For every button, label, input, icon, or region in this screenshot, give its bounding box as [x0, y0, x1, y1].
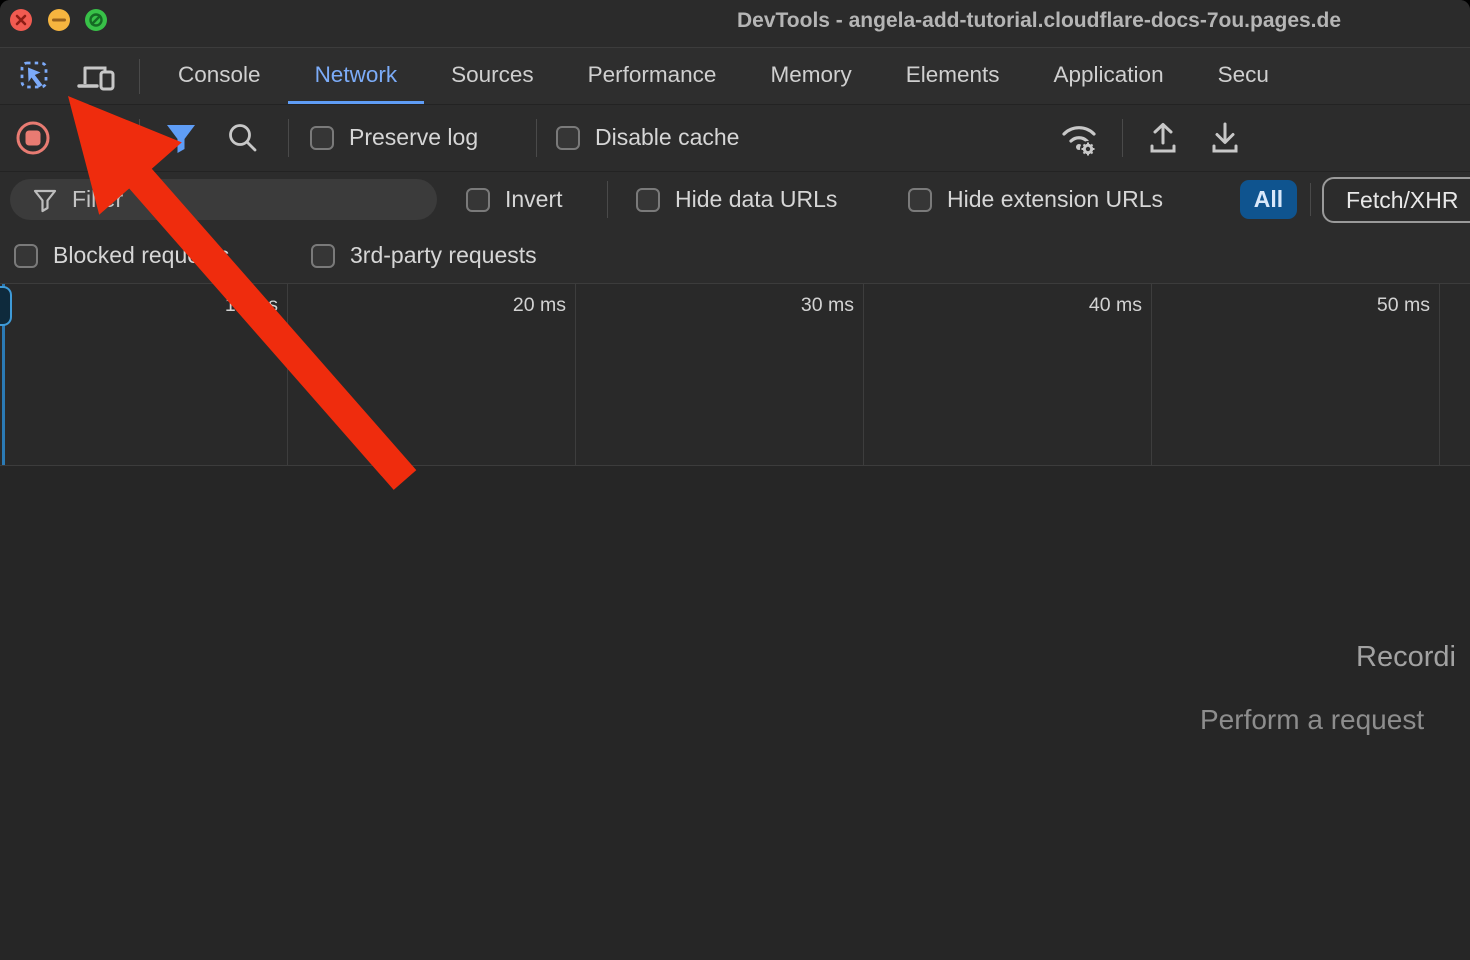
record-stop-icon: [14, 119, 52, 157]
filter-funnel-small-icon: [32, 187, 58, 213]
tab-memory[interactable]: Memory: [743, 48, 878, 104]
checkbox-box: [908, 188, 932, 212]
network-conditions-button[interactable]: [1056, 116, 1102, 160]
record-stop-button[interactable]: [14, 119, 52, 157]
third-party-requests-label: 3rd-party requests: [350, 242, 537, 269]
disable-cache-label: Disable cache: [595, 124, 739, 151]
filter-placeholder: Filter: [72, 186, 123, 213]
device-toolbar-button[interactable]: [76, 59, 118, 95]
tab-security[interactable]: Secu: [1191, 48, 1296, 104]
network-requests-panel: Recordi Perform a request: [0, 466, 1470, 960]
clear-network-log-button[interactable]: [79, 122, 113, 156]
tab-sources[interactable]: Sources: [424, 48, 561, 104]
filter-funnel-icon: [164, 121, 198, 155]
titlebar: DevTools - angela-add-tutorial.cloudflar…: [0, 0, 1470, 48]
tab-application[interactable]: Application: [1027, 48, 1191, 104]
preserve-log-checkbox[interactable]: Preserve log: [310, 124, 478, 151]
devtools-tabbar: Console Network Sources Performance Memo…: [0, 48, 1470, 105]
download-icon: [1207, 119, 1243, 157]
minimize-icon: [48, 9, 70, 31]
network-overview-timeline[interactable]: 10 ms 20 ms 30 ms 40 ms 50 ms: [0, 283, 1470, 467]
checkbox-box: [466, 188, 490, 212]
filter-input[interactable]: Filter: [10, 179, 437, 220]
zoom-button[interactable]: [85, 9, 107, 31]
empty-state-recording-text: Recordi: [1356, 641, 1456, 674]
preserve-log-label: Preserve log: [349, 124, 478, 151]
checkbox-box: [310, 126, 334, 150]
filter-toggle-button[interactable]: [162, 120, 200, 156]
inspect-cursor-icon: [18, 59, 52, 93]
filterbar-separator: [607, 181, 608, 218]
wifi-gear-icon: [1057, 116, 1101, 160]
minimize-button[interactable]: [48, 9, 70, 31]
toolbar-separator: [1122, 119, 1123, 157]
filter-bar: Filter Invert Hide data URLs Hide extens…: [0, 172, 1470, 225]
toolbar-separator: [139, 119, 140, 157]
request-type-chip-fetch-xhr[interactable]: Fetch/XHR: [1322, 177, 1470, 223]
checkbox-box: [636, 188, 660, 212]
tabbar-separator: [139, 59, 140, 94]
overview-drag-handle[interactable]: [0, 286, 12, 326]
hide-data-urls-label: Hide data URLs: [675, 186, 837, 213]
hide-extension-urls-checkbox[interactable]: Hide extension URLs: [908, 186, 1163, 213]
tab-elements[interactable]: Elements: [879, 48, 1027, 104]
hide-extension-urls-label: Hide extension URLs: [947, 186, 1163, 213]
tab-performance[interactable]: Performance: [561, 48, 744, 104]
chip-separator: [1310, 183, 1311, 216]
empty-state-hint-text: Perform a request: [1200, 704, 1424, 736]
export-har-button[interactable]: [1206, 118, 1244, 158]
toolbar-separator: [536, 119, 537, 157]
checkbox-box: [14, 244, 38, 268]
upload-icon: [1145, 119, 1181, 157]
close-icon: [10, 9, 32, 31]
timeline-tick: 30 ms: [576, 284, 864, 465]
timeline-tick: 10 ms: [0, 284, 288, 465]
toolbar-separator: [288, 119, 289, 157]
window-title: DevTools - angela-add-tutorial.cloudflar…: [737, 9, 1341, 33]
zoom-disabled-icon: [85, 9, 107, 31]
filter-bar-row2: Blocked requests 3rd-party requests: [0, 225, 1470, 283]
search-icon: [225, 120, 261, 156]
timeline-tick: 40 ms: [864, 284, 1152, 465]
invert-label: Invert: [505, 186, 563, 213]
close-button[interactable]: [10, 9, 32, 31]
hide-data-urls-checkbox[interactable]: Hide data URLs: [636, 186, 837, 213]
tab-network[interactable]: Network: [288, 48, 425, 104]
tab-console[interactable]: Console: [151, 48, 288, 104]
timeline-tick: 20 ms: [288, 284, 576, 465]
invert-checkbox[interactable]: Invert: [466, 186, 563, 213]
third-party-requests-checkbox[interactable]: 3rd-party requests: [311, 242, 537, 269]
devtools-window: DevTools - angela-add-tutorial.cloudflar…: [0, 0, 1470, 960]
timeline-tick: 50 ms: [1152, 284, 1440, 465]
checkbox-box: [556, 126, 580, 150]
inspect-element-button[interactable]: [16, 57, 54, 95]
blocked-requests-checkbox[interactable]: Blocked requests: [14, 242, 229, 269]
tab-strip: Console Network Sources Performance Memo…: [151, 48, 1296, 104]
network-toolbar: Preserve log Disable cache No throttling: [0, 105, 1470, 172]
checkbox-box: [311, 244, 335, 268]
request-type-chip-all[interactable]: All: [1240, 180, 1297, 219]
import-har-button[interactable]: [1144, 118, 1182, 158]
device-toolbar-icon: [77, 60, 117, 94]
disable-cache-checkbox[interactable]: Disable cache: [556, 124, 739, 151]
search-button[interactable]: [224, 120, 262, 156]
blocked-requests-label: Blocked requests: [53, 242, 229, 269]
clear-icon: [80, 123, 112, 155]
